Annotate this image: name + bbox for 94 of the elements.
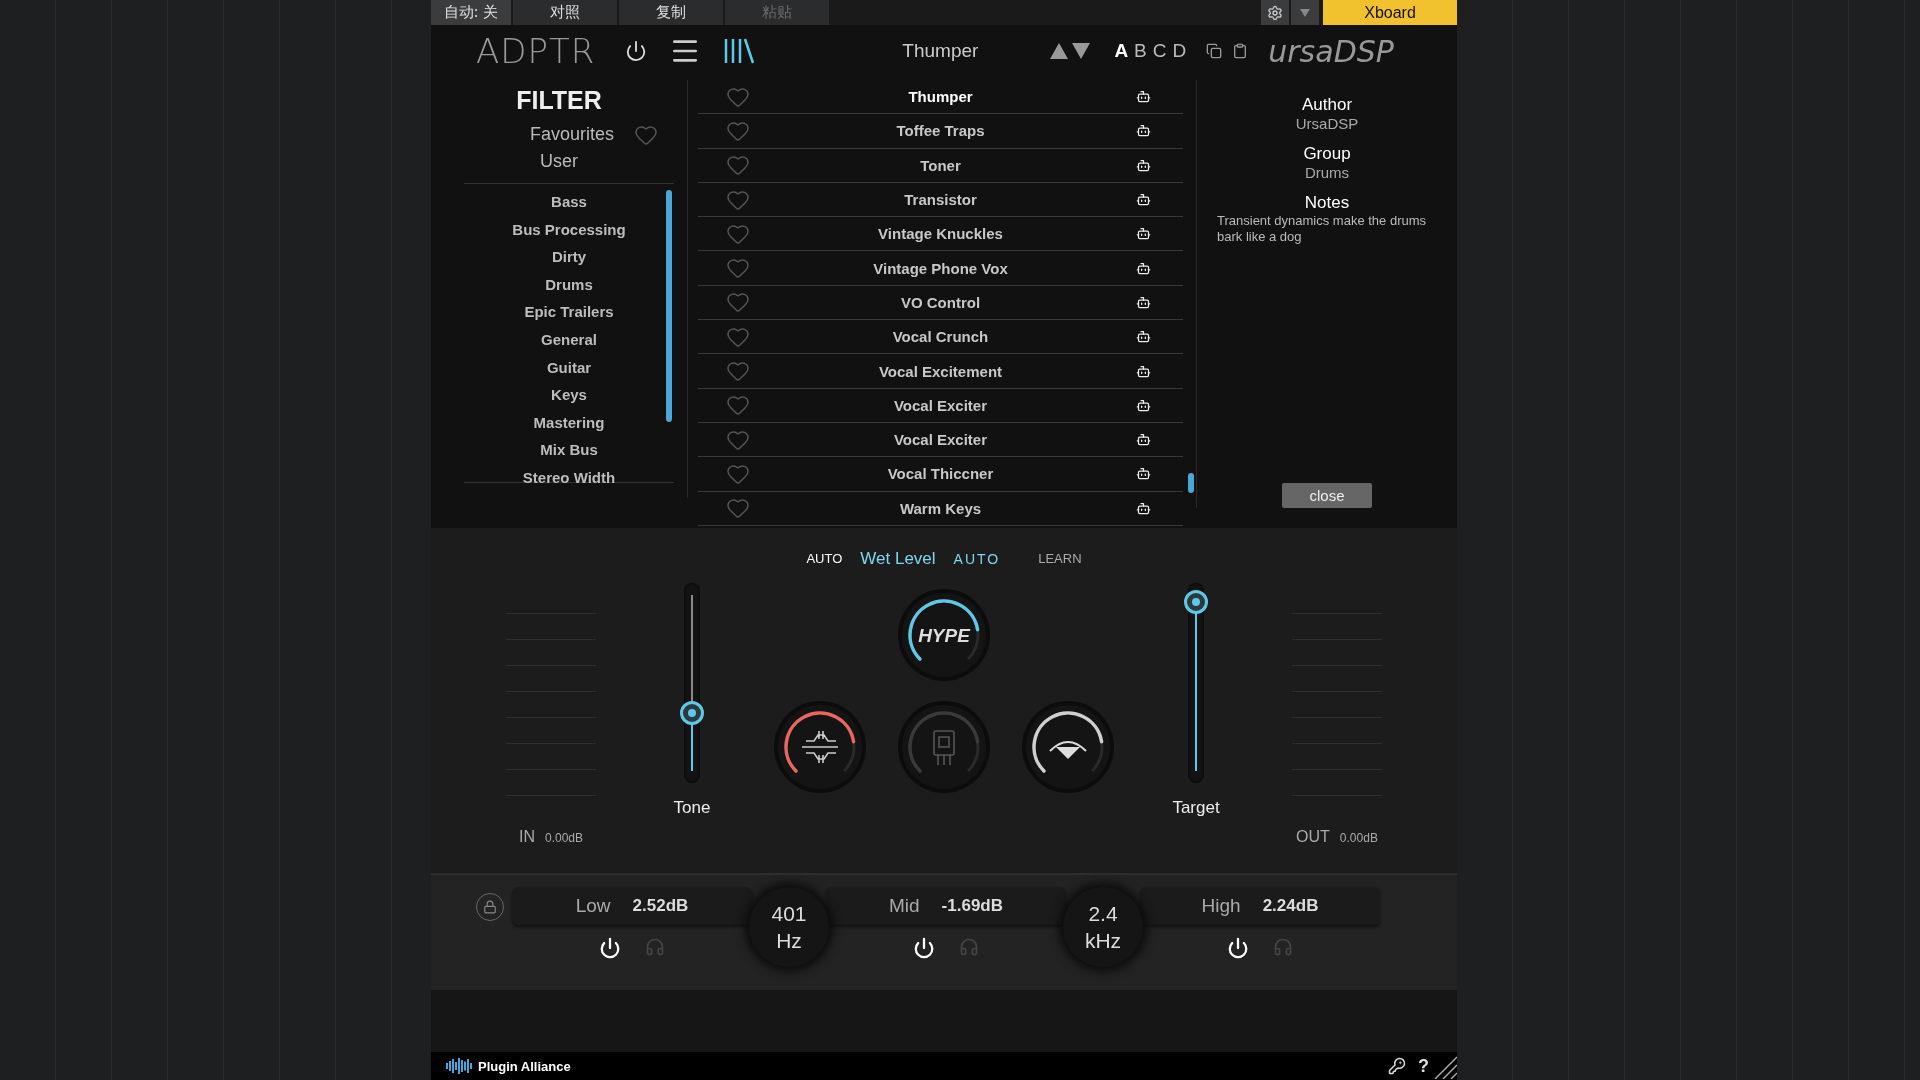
meter-reading: 0.00dB [544,831,583,845]
auto-button[interactable]: AUTO [806,551,843,566]
category-item[interactable]: Keys [551,381,587,409]
band-label: Mid [888,895,920,917]
robot-icon [1135,260,1151,276]
slider-label: Target [1172,798,1220,818]
robot-icon [1135,329,1151,345]
brand-logo: ursaDSP [1268,33,1394,69]
scrollbar-thumb[interactable] [1188,473,1194,493]
robot-icon [1135,500,1151,516]
auto-button[interactable]: AUTO [953,550,1001,567]
slot-tab[interactable]: A [1114,40,1129,62]
library-icon[interactable] [723,37,756,65]
info-value: Drums [1304,164,1350,181]
meter-label: OUT [1296,828,1330,846]
help-button[interactable]: ? [1418,1055,1429,1077]
band-label: Low [575,895,611,917]
up-down-arrows-icon[interactable] [1048,41,1093,61]
slider-label: Tone [673,798,711,818]
robot-icon [1135,226,1151,242]
category-item[interactable]: Drums [545,270,593,299]
preset-row[interactable]: Vintage Knuckles [698,217,1183,252]
preset-row[interactable]: Vocal Excitement [698,354,1183,389]
slot-tab[interactable]: B [1134,40,1147,62]
close-button[interactable]: close [1282,483,1372,508]
meter-label: IN [518,828,535,846]
info-label: Group [1303,144,1351,164]
preset-row[interactable]: Warm Keys [698,491,1183,526]
settings-icon[interactable] [1261,0,1289,25]
robot-icon [1135,466,1151,482]
robot-icon [1135,123,1151,139]
preset-row[interactable]: Thumper [698,80,1183,115]
robot-icon [1135,294,1151,310]
copy-icon[interactable] [1206,43,1223,59]
host-button[interactable]: 复制 [619,0,723,25]
robot-icon [1135,157,1151,173]
band-gain: -1.69dB [941,896,1003,916]
preset-row[interactable]: VO Control [698,285,1183,321]
category-item[interactable]: Epic Trailers [524,298,614,326]
host-button[interactable]: 对照 [513,0,617,25]
meter-reading: 0.00dB [1339,831,1378,845]
waveform-logo-icon [446,1058,472,1074]
preset-button[interactable]: Xboard [1323,0,1457,25]
preset-row[interactable]: Transistor [698,182,1183,218]
power-icon[interactable] [1227,937,1249,959]
crossover-knob[interactable]: 401 Hz [749,887,829,967]
wet-level-label[interactable]: Wet Level [860,548,936,569]
band-label: High [1201,895,1241,917]
key-icon[interactable] [1388,1057,1406,1075]
preset-row[interactable]: Vocal Thiccner [698,457,1183,492]
slider-thumb[interactable] [680,700,704,725]
preset-name: Thumper [902,40,979,62]
info-label: Notes [1304,193,1350,213]
filter-title: FILTER [516,86,602,115]
dropdown-icon[interactable] [1291,0,1319,25]
notes-text: Transient dynamics make the drums bark like a dog [1217,213,1428,245]
band-gain: 2.24dB [1262,896,1319,916]
brand-logo: ADPTR [476,31,596,71]
robot-icon [1135,363,1151,379]
scrollbar-thumb[interactable] [666,190,672,422]
learn-button[interactable]: LEARN [1038,551,1082,566]
power-icon[interactable] [625,40,648,62]
host-button[interactable]: 自动: 关 [431,0,511,25]
preset-row[interactable]: Vocal Exciter [698,422,1183,458]
category-item[interactable]: Mix Bus [540,436,598,464]
category-item[interactable]: Dirty [551,243,587,271]
favourites-filter[interactable]: Favourites [529,121,614,148]
robot-icon [1135,432,1151,448]
power-icon[interactable] [599,937,621,959]
robot-icon [1135,89,1151,105]
preset-row[interactable]: Vocal Exciter [698,388,1183,423]
category-item[interactable]: General [541,325,597,354]
robot-icon [1135,397,1151,413]
category-item[interactable]: Bus Processing [512,215,626,244]
category-item[interactable]: Bass [551,188,587,216]
user-filter[interactable]: User [540,148,578,175]
slider-thumb[interactable] [1184,590,1208,615]
preset-row[interactable]: Vintage Phone Vox [698,251,1183,286]
category-item[interactable]: Mastering [533,408,605,437]
clipboard-icon[interactable] [1232,43,1249,59]
info-label: Author [1301,95,1353,115]
preset-row[interactable]: Toffee Traps [698,114,1183,149]
preset-row[interactable]: Vocal Crunch [698,320,1183,355]
power-icon[interactable] [913,937,935,959]
robot-icon [1135,192,1151,208]
preset-row[interactable]: Toner [698,148,1183,183]
slot-tab[interactable]: D [1172,40,1187,62]
brand-name: Plugin Alliance [478,1058,572,1074]
slot-tab[interactable]: C [1152,40,1167,62]
crossover-knob[interactable]: 2.4 kHz [1063,887,1143,967]
category-item[interactable]: Stereo Width [522,463,616,492]
category-item[interactable]: Guitar [546,353,592,382]
info-value: UrsaDSP [1295,115,1359,132]
band-gain: 2.52dB [632,896,689,916]
